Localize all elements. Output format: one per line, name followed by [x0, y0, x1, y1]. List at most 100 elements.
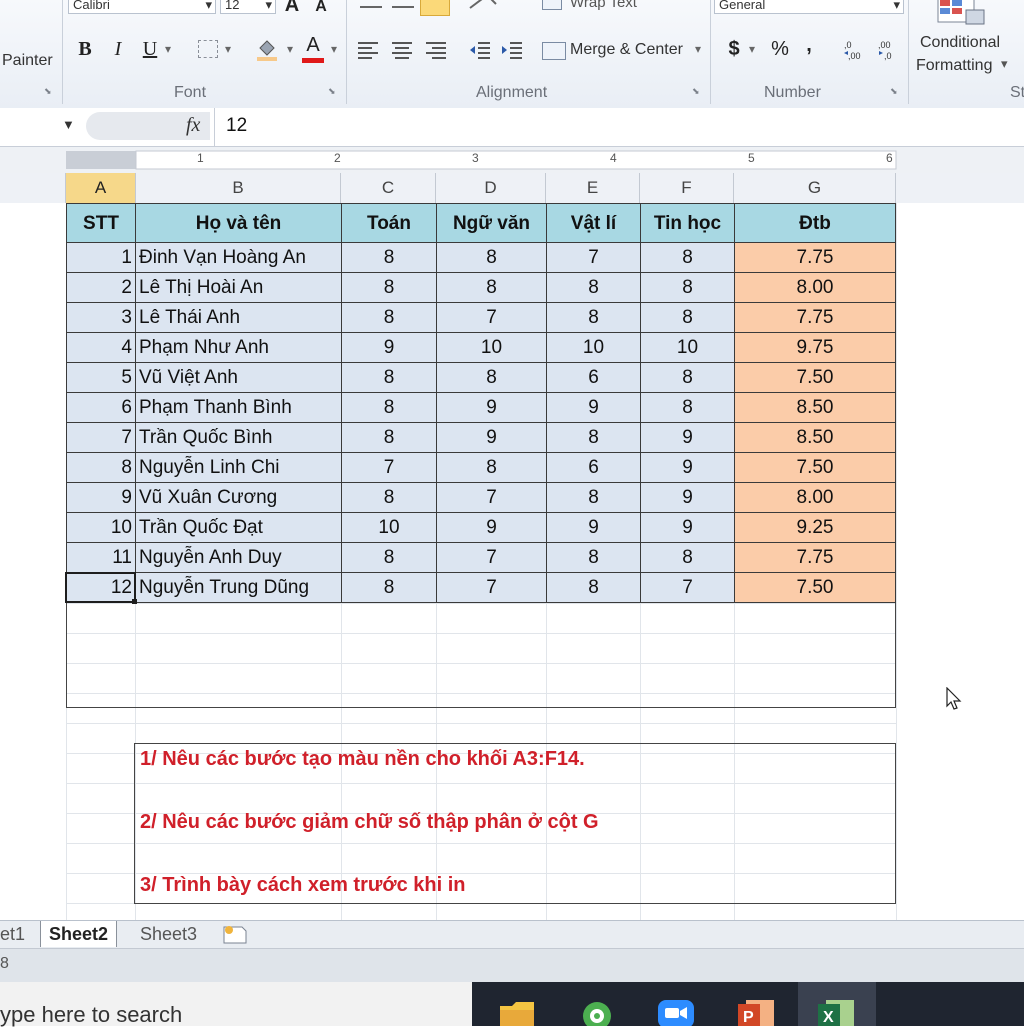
cell-name[interactable]: Phạm Như Anh: [135, 332, 342, 363]
format-painter-button[interactable]: Painter: [2, 52, 53, 70]
question-2[interactable]: 2/ Nêu các bước giảm chữ số thập phân ở …: [140, 811, 599, 834]
cell-name[interactable]: Vũ Xuân Cương: [135, 482, 342, 513]
cell-dtb[interactable]: 8.00: [734, 482, 896, 513]
merge-center-button[interactable]: Merge & Center: [570, 41, 683, 59]
cell-tinhoc[interactable]: 9: [640, 452, 735, 483]
cell-tinhoc[interactable]: 8: [640, 302, 735, 333]
select-all-corner[interactable]: [0, 173, 66, 203]
chevron-down-icon[interactable]: ▾: [328, 36, 340, 62]
insert-sheet-icon[interactable]: [220, 923, 250, 945]
cell-toan[interactable]: 8: [341, 542, 437, 573]
cell-name[interactable]: Nguyễn Trung Dũng: [135, 572, 342, 603]
cell-name[interactable]: Lê Thái Anh: [135, 302, 342, 333]
header-cell-toan[interactable]: Toán: [341, 203, 437, 243]
cell-vatli[interactable]: 8: [546, 302, 641, 333]
cell-tinhoc[interactable]: 9: [640, 512, 735, 543]
file-explorer-icon[interactable]: [498, 998, 536, 1026]
header-cell-dtb[interactable]: Đtb: [734, 203, 896, 243]
sheet-tab-sheet1[interactable]: et1: [0, 921, 25, 947]
cell-toan[interactable]: 8: [341, 242, 437, 273]
cell-nguvan[interactable]: 8: [436, 242, 547, 273]
wrap-text-button[interactable]: Wrap Text: [570, 0, 637, 11]
cell-dtb[interactable]: 7.75: [734, 542, 896, 573]
fill-color-icon[interactable]: [254, 36, 280, 62]
cell-toan[interactable]: 8: [341, 422, 437, 453]
top-align-icon[interactable]: [360, 0, 382, 8]
grow-font-button[interactable]: A: [282, 0, 302, 18]
column-header-f[interactable]: F: [640, 173, 734, 203]
chevron-down-icon[interactable]: ▾: [222, 36, 234, 62]
taskbar-search-box[interactable]: ype here to search: [0, 982, 472, 1027]
cell-vatli[interactable]: 8: [546, 572, 641, 603]
name-box-chevron-down-icon[interactable]: ▼: [62, 117, 75, 132]
cell-dtb[interactable]: 7.50: [734, 572, 896, 603]
camtasia-icon[interactable]: [578, 998, 616, 1030]
font-launcher-icon[interactable]: ⬊: [328, 86, 338, 96]
cell-toan[interactable]: 10: [341, 512, 437, 543]
cell-vatli[interactable]: 9: [546, 392, 641, 423]
increase-decimal-icon[interactable]: ,0,00: [842, 38, 870, 62]
header-cell-stt[interactable]: STT: [66, 203, 136, 243]
cell-stt[interactable]: 1: [66, 242, 136, 273]
cell-tinhoc[interactable]: 7: [640, 572, 735, 603]
cell-dtb[interactable]: 8.50: [734, 392, 896, 423]
cell-toan[interactable]: 8: [341, 362, 437, 393]
percent-button[interactable]: %: [768, 36, 792, 62]
conditional-formatting-label-1[interactable]: Conditional: [920, 34, 1000, 52]
cell-nguvan[interactable]: 8: [436, 272, 547, 303]
currency-button[interactable]: $: [724, 36, 744, 62]
chevron-down-icon[interactable]: ▾: [746, 36, 758, 62]
cell-stt[interactable]: 10: [66, 512, 136, 543]
excel-taskbar-button[interactable]: X: [798, 982, 876, 1026]
header-cell-nguvan[interactable]: Ngữ văn: [436, 203, 547, 243]
question-1[interactable]: 1/ Nêu các bước tạo màu nền cho khối A3:…: [140, 748, 585, 771]
cell-stt[interactable]: 9: [66, 482, 136, 513]
cell-stt[interactable]: 11: [66, 542, 136, 573]
conditional-formatting-label-2[interactable]: Formatting: [916, 57, 992, 75]
align-center-icon[interactable]: [390, 40, 414, 60]
cell-stt[interactable]: 5: [66, 362, 136, 393]
cell-nguvan[interactable]: 9: [436, 512, 547, 543]
chevron-down-icon[interactable]: ▾: [284, 36, 296, 62]
font-name-dropdown[interactable]: Calibri ▾: [68, 0, 216, 14]
number-format-dropdown[interactable]: General ▾: [714, 0, 904, 14]
cell-vatli[interactable]: 10: [546, 332, 641, 363]
cell-stt[interactable]: 6: [66, 392, 136, 423]
borders-icon[interactable]: [198, 40, 218, 58]
cell-stt[interactable]: 8: [66, 452, 136, 483]
formula-input[interactable]: 12: [226, 115, 247, 137]
alignment-launcher-icon[interactable]: ⬊: [692, 86, 702, 96]
orientation-icon[interactable]: [466, 0, 500, 12]
cell-toan[interactable]: 8: [341, 272, 437, 303]
cell-nguvan[interactable]: 8: [436, 362, 547, 393]
cell-name[interactable]: Nguyễn Anh Duy: [135, 542, 342, 573]
worksheet-grid[interactable]: STT Họ và tên Toán Ngữ văn Vật lí Tin họ…: [0, 203, 1024, 920]
bold-button[interactable]: B: [74, 36, 96, 62]
chevron-down-icon[interactable]: ▾: [162, 36, 174, 62]
cell-dtb[interactable]: 7.75: [734, 242, 896, 273]
sheet-tab-sheet2[interactable]: Sheet2: [40, 921, 118, 947]
cell-vatli[interactable]: 8: [546, 422, 641, 453]
cell-vatli[interactable]: 8: [546, 482, 641, 513]
cell-nguvan[interactable]: 7: [436, 542, 547, 573]
bottom-align-button[interactable]: [420, 0, 450, 16]
cell-toan[interactable]: 8: [341, 572, 437, 603]
font-color-button[interactable]: A: [300, 34, 326, 64]
question-3[interactable]: 3/ Trình bày cách xem trước khi in: [140, 874, 465, 897]
number-launcher-icon[interactable]: ⬊: [890, 86, 900, 96]
insert-function-icon[interactable]: fx: [186, 114, 200, 137]
cell-dtb[interactable]: 9.75: [734, 332, 896, 363]
underline-button[interactable]: U: [140, 36, 160, 62]
cell-dtb[interactable]: 8.50: [734, 422, 896, 453]
cell-tinhoc[interactable]: 8: [640, 392, 735, 423]
column-header-d[interactable]: D: [436, 173, 546, 203]
cell-toan[interactable]: 9: [341, 332, 437, 363]
cell-nguvan[interactable]: 7: [436, 572, 547, 603]
column-header-b[interactable]: B: [136, 173, 341, 203]
cell-tinhoc[interactable]: 8: [640, 272, 735, 303]
cell-toan[interactable]: 8: [341, 302, 437, 333]
header-cell-tinhoc[interactable]: Tin học: [640, 203, 735, 243]
zoom-icon[interactable]: [656, 996, 696, 1028]
chevron-down-icon[interactable]: ▾: [692, 36, 704, 62]
sheet-tab-sheet3[interactable]: Sheet3: [140, 921, 197, 947]
